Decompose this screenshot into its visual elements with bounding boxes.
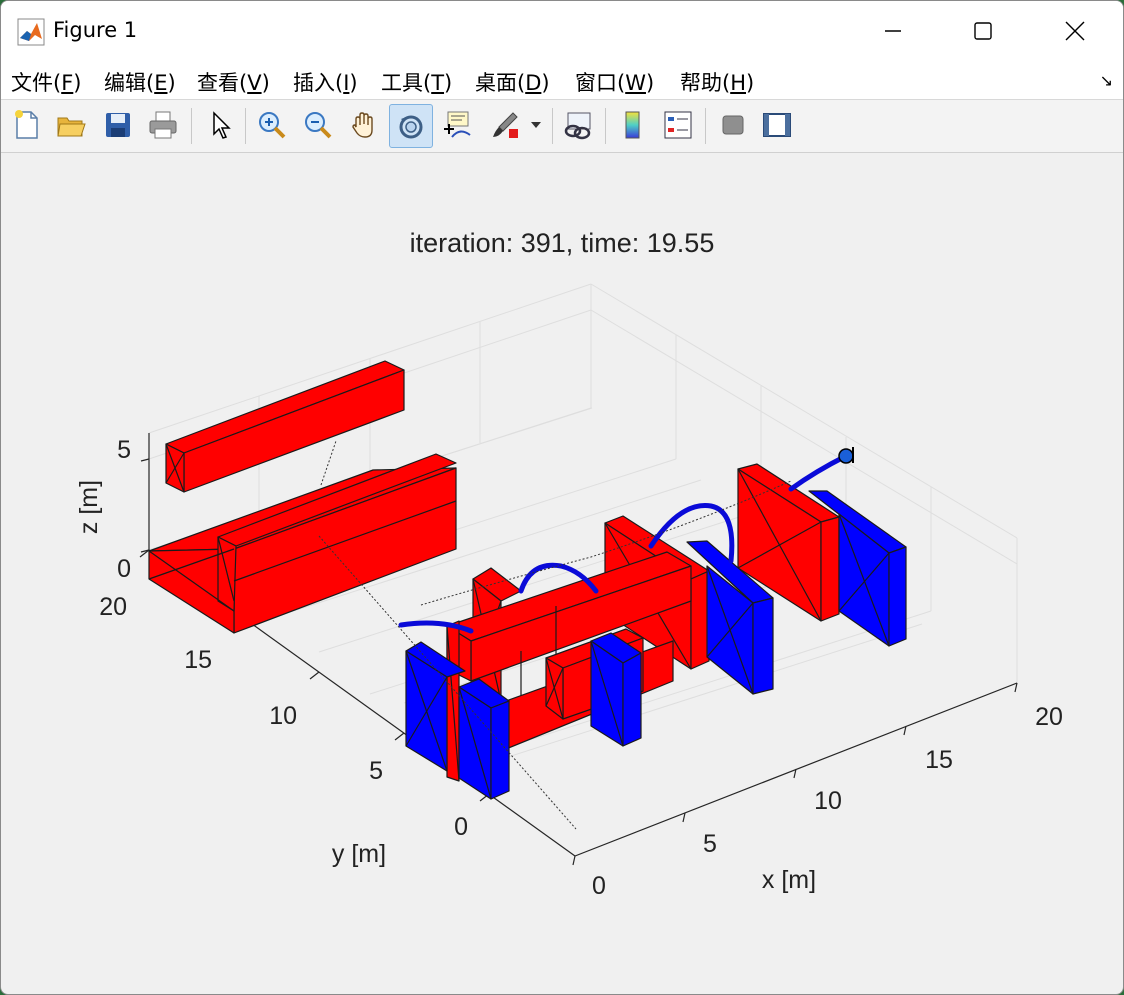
red-obstacle (446, 620, 460, 782)
open-file-icon (57, 117, 86, 137)
menu-window[interactable]: 窗口(W) (575, 67, 654, 97)
x-tick-label: 10 (814, 787, 842, 815)
menu-tools-label: 工具(T) (381, 71, 453, 95)
zoom-in-icon (259, 112, 286, 139)
menu-insert-label: 插入(I) (293, 71, 358, 95)
blue-obstacle (458, 678, 510, 800)
edit-plot-button[interactable] (199, 105, 239, 145)
maximize-button[interactable] (937, 9, 1029, 53)
x-tick-label: 15 (925, 746, 953, 774)
hide-plot-tools-icon (722, 115, 744, 135)
edit-plot-icon (213, 111, 231, 139)
colorbar-icon (625, 111, 640, 139)
menu-window-label: 窗口(W) (575, 71, 655, 95)
title-bar: Figure 1 (1, 1, 1123, 61)
x-tick-label: 20 (1035, 703, 1063, 731)
menu-help-label: 帮助(H) (680, 71, 755, 95)
y-tick-label: 5 (369, 757, 383, 785)
zoom-in-button[interactable] (252, 105, 292, 145)
toolbar-separator (705, 108, 706, 144)
menu-bar: 文件(F) 编辑(E) 查看(V) 插入(I) 工具(T) 桌面(D) 窗口(W… (1, 61, 1123, 100)
toolbar-separator (552, 108, 553, 144)
data-cursor-button[interactable] (436, 105, 476, 145)
figure-toolbar (1, 100, 1123, 153)
minimize-icon (885, 30, 901, 32)
brush-icon (493, 112, 518, 138)
brush-dropdown-button[interactable] (525, 105, 547, 145)
toolbar-separator (245, 108, 246, 144)
print-icon (149, 111, 177, 139)
drone-marker (838, 448, 854, 464)
zoom-out-button[interactable] (298, 105, 338, 145)
z-tick-label: 5 (117, 436, 131, 464)
menu-view[interactable]: 查看(V) (197, 67, 270, 97)
hide-plot-tools-button[interactable] (713, 105, 753, 145)
menu-help[interactable]: 帮助(H) (680, 67, 754, 97)
minimize-button[interactable] (847, 9, 939, 53)
x-axis-label: x [m] (762, 866, 816, 894)
matlab-logo-icon (17, 18, 45, 46)
legend-icon (664, 111, 692, 139)
3d-axes[interactable]: 5 0 20 15 10 5 0 0 5 10 15 20 z [m] y [m… (1, 153, 1123, 994)
maximize-icon (974, 22, 992, 40)
menu-view-label: 查看(V) (197, 71, 270, 95)
menu-tools[interactable]: 工具(T) (381, 67, 452, 97)
colorbar-button[interactable] (612, 105, 652, 145)
save-icon (106, 113, 130, 137)
undock-arrow-icon[interactable]: ↘ (1100, 71, 1113, 90)
x-tick-label: 0 (592, 872, 606, 900)
window-title: Figure 1 (53, 18, 138, 42)
blue-obstacle (590, 632, 642, 747)
plot-area[interactable]: iteration: 391, time: 19.55 5 0 20 15 10… (1, 153, 1123, 994)
close-icon (1065, 21, 1085, 41)
zoom-out-icon (305, 112, 332, 139)
chevron-down-icon (531, 122, 541, 128)
brush-button[interactable] (485, 105, 525, 145)
toolbar-separator (191, 108, 192, 144)
open-file-button[interactable] (51, 105, 91, 145)
toolbar-separator (605, 108, 606, 144)
y-tick-label: 15 (184, 646, 212, 674)
y-tick-label: 10 (269, 702, 297, 730)
show-plot-tools-icon (763, 113, 791, 137)
rotate-3d-button[interactable] (389, 104, 433, 148)
rotate-3d-icon (399, 115, 423, 139)
y-tick-label: 20 (99, 593, 127, 621)
menu-desktop[interactable]: 桌面(D) (475, 67, 550, 97)
close-button[interactable] (1029, 9, 1121, 53)
z-axis-label: z [m] (75, 480, 103, 534)
menu-desktop-label: 桌面(D) (475, 71, 550, 95)
y-tick-label: 0 (454, 813, 468, 841)
legend-button[interactable] (658, 105, 698, 145)
x-tick-label: 5 (703, 830, 717, 858)
data-cursor-icon (444, 111, 471, 138)
link-plot-icon (564, 112, 591, 140)
print-button[interactable] (143, 105, 183, 145)
menu-file[interactable]: 文件(F) (11, 67, 82, 97)
pan-button[interactable] (344, 105, 384, 145)
save-button[interactable] (98, 105, 138, 145)
new-figure-icon (15, 110, 38, 139)
new-figure-button[interactable] (7, 105, 47, 145)
menu-edit[interactable]: 编辑(E) (104, 67, 176, 97)
menu-insert[interactable]: 插入(I) (293, 67, 358, 97)
figure-window: Figure 1 文件(F) 编辑(E) 查看(V) 插入(I) 工具(T) 桌… (0, 0, 1124, 995)
link-plot-button[interactable] (558, 105, 598, 145)
y-axis-label: y [m] (332, 840, 386, 868)
z-tick-label: 0 (117, 555, 131, 583)
pan-icon (352, 112, 373, 138)
menu-file-label: 文件(F) (11, 71, 82, 95)
menu-edit-label: 编辑(E) (104, 71, 176, 95)
show-plot-tools-button[interactable] (757, 105, 797, 145)
